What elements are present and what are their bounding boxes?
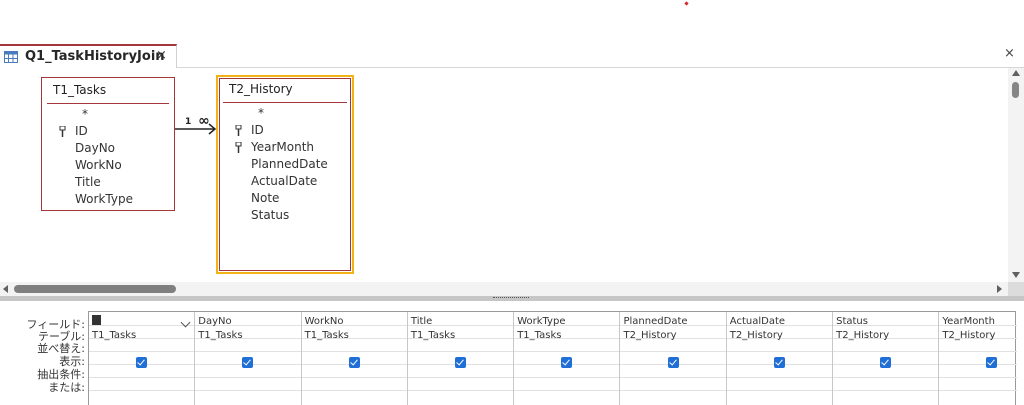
grid-field-cell[interactable]: ActualDate — [730, 316, 785, 327]
field-name: * — [258, 106, 264, 120]
close-tab-icon[interactable]: × — [156, 48, 167, 63]
relationship-many-label: ∞ — [198, 113, 210, 129]
grid-field-cell[interactable]: YearMonth — [942, 316, 995, 327]
field-item[interactable]: WorkNo — [42, 157, 174, 174]
horizontal-scrollbar[interactable] — [0, 282, 1008, 296]
primary-key-icon — [235, 142, 242, 153]
grid-column[interactable]: PlannedDate T2_History — [621, 312, 727, 405]
splitter-grip[interactable] — [493, 297, 529, 299]
field-item[interactable]: YearMonth — [218, 139, 352, 156]
table-title-divider — [47, 103, 169, 104]
field-list: * ID DayNo WorkNo Title WorkType — [42, 106, 174, 208]
grid-row-labels: フィールド: テーブル: 並べ替え: 表示: 抽出条件: または: — [0, 301, 88, 405]
field-item[interactable]: ID — [218, 122, 352, 139]
grid-table-cell[interactable]: T1_Tasks — [411, 330, 455, 341]
field-name: WorkType — [75, 192, 133, 206]
field-name: PlannedDate — [251, 157, 328, 171]
grid-column[interactable]: Title T1_Tasks — [408, 312, 515, 405]
close-window-icon[interactable]: × — [1004, 46, 1015, 61]
field-name: ID — [75, 124, 88, 138]
table-box-t1-tasks[interactable]: T1_Tasks * ID DayNo WorkNo Title WorkType — [41, 77, 175, 211]
field-item[interactable]: * — [42, 106, 174, 123]
field-name: ActualDate — [251, 174, 318, 188]
field-item[interactable]: DayNo — [42, 140, 174, 157]
grid-column[interactable]: ActualDate T2_History — [727, 312, 834, 405]
field-item[interactable]: ID — [42, 123, 174, 140]
grid-table-cell[interactable]: T1_Tasks — [517, 330, 561, 341]
top-strip — [0, 0, 1024, 44]
tab-title: Q1_TaskHistoryJoin — [25, 49, 165, 64]
show-checkbox[interactable] — [773, 357, 785, 368]
field-key-icon — [92, 315, 101, 325]
grid-field-cell[interactable]: WorkNo — [305, 316, 344, 327]
grid-table-cell[interactable]: T2_History — [624, 330, 677, 341]
field-name: Status — [251, 208, 290, 222]
grid-table-cell[interactable]: T1_Tasks — [92, 330, 136, 341]
field-item[interactable]: ActualDate — [218, 173, 352, 190]
show-checkbox[interactable] — [348, 357, 360, 368]
field-name: ID — [251, 123, 264, 137]
table-title: T2_History — [229, 82, 293, 96]
show-checkbox[interactable] — [454, 357, 466, 368]
field-name: DayNo — [75, 141, 116, 155]
field-name: YearMonth — [251, 140, 315, 154]
grid-column[interactable]: DayNo T1_Tasks — [195, 312, 302, 405]
grid-column[interactable]: WorkType T1_Tasks — [514, 312, 621, 405]
show-checkbox[interactable] — [667, 357, 679, 368]
table-box-t2-history[interactable]: T2_History * ID YearMonth PlannedDate Actual… — [216, 75, 354, 274]
grid-table-cell[interactable]: T2_History — [730, 330, 783, 341]
relationship-one-label: 1 — [185, 117, 192, 127]
field-name: Note — [251, 191, 280, 205]
row-label-or: または: — [48, 381, 85, 394]
field-item[interactable]: WorkType — [42, 191, 174, 208]
grid-field-cell[interactable]: DayNo — [198, 316, 231, 327]
show-checkbox[interactable] — [561, 357, 573, 368]
field-item[interactable]: Status — [218, 207, 352, 224]
grid-table-cell[interactable]: T1_Tasks — [198, 330, 242, 341]
scroll-down-icon[interactable] — [1012, 272, 1020, 278]
grid-column[interactable]: Status T2_History — [833, 312, 940, 405]
field-name: WorkNo — [75, 158, 122, 172]
field-name: * — [82, 107, 88, 121]
horizontal-scroll-thumb[interactable] — [14, 285, 176, 293]
show-checkbox[interactable] — [986, 357, 998, 368]
field-name: Title — [75, 175, 101, 189]
grid-field-cell[interactable]: Title — [411, 316, 432, 327]
vertical-scroll-thumb[interactable] — [1012, 82, 1019, 98]
grid-column[interactable]: YearMonth T2_History — [939, 312, 1024, 405]
table-title: T1_Tasks — [53, 83, 107, 97]
document-tab-row: Q1_TaskHistoryJoin × — [0, 44, 1024, 68]
primary-key-icon — [235, 125, 242, 136]
grid-table-cell[interactable]: T1_Tasks — [305, 330, 349, 341]
query-icon — [4, 51, 18, 63]
chevron-down-icon[interactable] — [180, 317, 191, 328]
field-item[interactable]: * — [218, 105, 352, 122]
scroll-up-icon[interactable] — [1012, 70, 1020, 76]
show-checkbox[interactable] — [242, 357, 254, 368]
grid-column[interactable]: T1_Tasks — [89, 312, 196, 405]
grid-field-cell[interactable]: PlannedDate — [624, 316, 688, 327]
vertical-scrollbar[interactable] — [1008, 68, 1024, 282]
show-checkbox[interactable] — [880, 357, 892, 368]
field-item[interactable]: PlannedDate — [218, 156, 352, 173]
field-item[interactable]: Note — [218, 190, 352, 207]
field-item[interactable]: Title — [42, 174, 174, 191]
grid-table-cell[interactable]: T2_History — [942, 330, 995, 341]
grid-table-cell[interactable]: T2_History — [836, 330, 889, 341]
scrollbar-corner — [1008, 282, 1024, 296]
grid-column[interactable]: WorkNo T1_Tasks — [302, 312, 408, 405]
show-checkbox[interactable] — [136, 357, 147, 368]
primary-key-icon — [59, 126, 66, 137]
query-design-grid[interactable]: T1_Tasks DayNo T1_Tasks WorkNo T1_Tasks Title… — [88, 311, 1017, 405]
grid-field-cell[interactable]: Status — [836, 316, 868, 327]
grid-field-cell[interactable]: WorkType — [517, 316, 565, 327]
scroll-right-icon[interactable] — [997, 285, 1002, 293]
query-tab[interactable]: Q1_TaskHistoryJoin × — [0, 44, 177, 68]
table-title-divider — [223, 102, 347, 103]
field-list: * ID YearMonth PlannedDate ActualDate Note Sta… — [218, 105, 352, 224]
scroll-left-icon[interactable] — [3, 285, 8, 293]
